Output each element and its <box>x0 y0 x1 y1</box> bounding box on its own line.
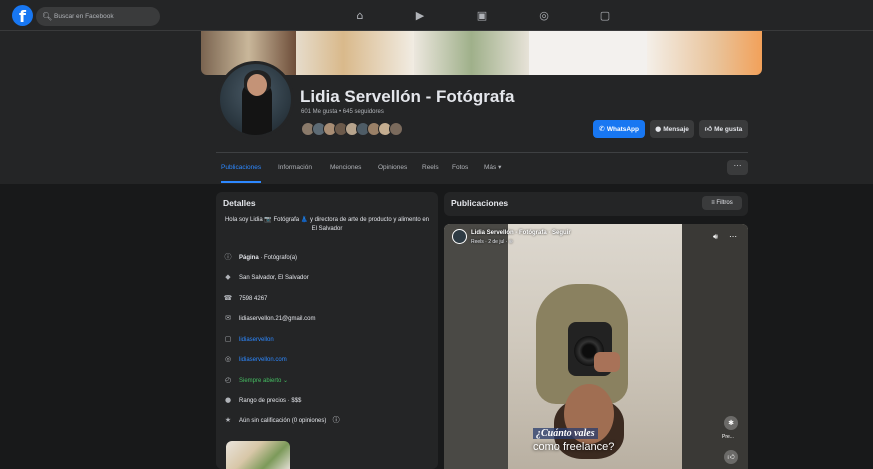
home-icon[interactable]: ⌂ <box>353 9 367 23</box>
more-options-button[interactable]: ··· <box>727 160 748 175</box>
filter-icon: ≡ <box>711 200 715 206</box>
phone-icon: ☎ <box>223 294 233 302</box>
tab-opiniones[interactable]: Opiniones <box>378 155 407 183</box>
like-page-button[interactable]: 👍︎ Me gusta <box>699 120 748 138</box>
reel-meta: Reels · 2 de jul · ⊕ <box>471 239 513 245</box>
info-hours[interactable]: ◴ Siempre abierto ⌄ <box>223 374 288 386</box>
tab-menciones[interactable]: Menciones <box>330 155 361 183</box>
posts-title: Publicaciones <box>451 198 509 208</box>
facebook-logo-icon[interactable]: f <box>12 5 33 26</box>
info-price-range: ● Rango de precios · $$$ <box>224 396 302 404</box>
video-icon[interactable]: ▶ <box>413 9 427 23</box>
award-icon[interactable]: ✱ <box>724 416 738 430</box>
groups-icon[interactable]: ◎ <box>537 9 551 23</box>
volume-icon[interactable]: 🔊︎ <box>713 232 718 242</box>
page-stats[interactable]: 601 Me gusta • 645 seguidores <box>301 109 384 115</box>
cover-photo[interactable] <box>201 31 762 75</box>
like-icon[interactable]: 👍︎ <box>724 450 738 464</box>
messenger-icon: ● <box>655 125 662 133</box>
featured-photo-thumbnail[interactable] <box>226 441 290 469</box>
info-instagram[interactable]: ▢ lidiaservellon <box>223 333 274 345</box>
tab-fotos[interactable]: Fotos <box>452 155 468 183</box>
marketplace-icon[interactable]: ▣ <box>475 9 489 23</box>
reel-caption-line2: como freelance? <box>533 441 615 453</box>
location-icon: ◆ <box>225 273 231 281</box>
search-icon: 🔍︎ <box>42 12 53 21</box>
globe-icon: ◎ <box>224 355 232 363</box>
info-icon: ⓘ <box>224 253 232 261</box>
info-phone: ☎ 7598 4267 <box>223 294 268 302</box>
info-page-type: ⓘ Página · Fotógrafo(a) <box>224 253 298 261</box>
instagram-icon: ▢ <box>224 335 232 343</box>
info-email: ✉ lidiaservellon.21@gmail.com <box>223 312 315 324</box>
tab-publicaciones[interactable]: Publicaciones <box>221 155 262 183</box>
email-icon: ✉ <box>225 314 231 322</box>
top-navigation-bar: f 🔍︎ Buscar en Facebook ⌂ ▶ ▣ ◎ ▢ <box>0 0 873 31</box>
info-rating: ★ Aún sin calificación (0 opiniones) ⓘ <box>224 414 341 426</box>
more-icon[interactable]: ⋯ <box>729 232 737 241</box>
tab-informacion[interactable]: Información <box>278 155 312 183</box>
info-icon[interactable]: ⓘ <box>331 414 341 426</box>
details-bio: Hola soy Lidia 📷 Fotógrafa 👗 y directora… <box>224 217 430 232</box>
thumbs-up-icon: 👍︎ <box>704 125 713 133</box>
reel-caption-line1: ¿Cuánto vales <box>533 428 598 439</box>
gaming-icon[interactable]: ▢ <box>598 9 612 23</box>
filters-button[interactable]: ≡ Filtros <box>702 196 742 210</box>
star-icon: ★ <box>224 416 232 424</box>
profile-avatar[interactable] <box>217 61 294 138</box>
reel-side-label: Pre... <box>722 434 734 440</box>
price-icon: ● <box>224 396 232 404</box>
search-input[interactable]: 🔍︎ Buscar en Facebook <box>36 7 160 26</box>
info-location: ◆ San Salvador, El Salvador <box>223 271 308 283</box>
whatsapp-button[interactable]: ✆ WhatsApp <box>593 120 645 138</box>
header-divider <box>216 152 748 153</box>
reel-author[interactable]: Lidia Servellón - Fotógrafa · Seguir <box>471 230 571 236</box>
tab-reels[interactable]: Reels <box>422 155 439 183</box>
reel-author-avatar[interactable] <box>452 229 467 244</box>
tab-mas[interactable]: Más ▾ <box>484 155 501 183</box>
message-button[interactable]: ● Mensaje <box>650 120 694 138</box>
search-placeholder: Buscar en Facebook <box>54 13 114 20</box>
info-website[interactable]: ◎ lidiaservellon.com <box>223 353 287 365</box>
clock-icon: ◴ <box>224 376 232 384</box>
whatsapp-icon: ✆ <box>598 125 605 133</box>
details-title: Detalles <box>223 198 256 208</box>
page-title: Lidia Servellón - Fotógrafa <box>300 87 515 106</box>
